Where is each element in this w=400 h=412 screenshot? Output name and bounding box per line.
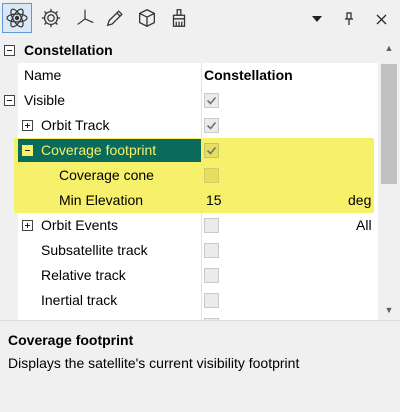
category-label: Constellation <box>24 42 113 58</box>
property-row-min-elevation[interactable]: Min Elevation 15 deg <box>0 188 378 213</box>
atom-icon[interactable] <box>2 3 32 33</box>
header-row: Name Constellation <box>0 63 378 88</box>
category-row[interactable]: Constellation <box>0 38 378 63</box>
coverage-cone-checkbox[interactable] <box>204 168 219 183</box>
property-label: Orbit Track <box>41 117 110 133</box>
description-title: Coverage footprint <box>8 332 134 348</box>
collapse-icon[interactable] <box>4 45 15 56</box>
pencil-icon[interactable] <box>100 3 130 33</box>
collapse-icon[interactable] <box>4 95 15 106</box>
expand-icon[interactable] <box>22 220 33 231</box>
min-elevation-value[interactable]: 15 <box>206 188 222 213</box>
expand-icon[interactable] <box>22 120 33 131</box>
dropdown-arrow-icon[interactable] <box>306 8 328 30</box>
cube-icon[interactable] <box>132 3 162 33</box>
property-label: Min Elevation <box>59 192 144 208</box>
axes-icon[interactable] <box>70 3 100 33</box>
scroll-down-icon[interactable]: ▼ <box>383 304 395 316</box>
orbit-events-value[interactable]: All <box>356 213 372 238</box>
column-separator <box>201 63 202 320</box>
subsatellite-track-checkbox[interactable] <box>204 243 219 258</box>
property-label: Subsatellite track <box>41 242 148 258</box>
property-row-subsatellite-track[interactable]: Subsatellite track <box>0 238 378 263</box>
paintbrush-icon[interactable] <box>164 3 194 33</box>
coverage-footprint-checkbox[interactable] <box>204 143 219 158</box>
scroll-up-icon[interactable]: ▲ <box>383 42 395 54</box>
property-row-inertial-track[interactable]: Inertial track <box>0 288 378 313</box>
property-label: Orbit Events <box>41 217 119 233</box>
property-label: Coverage cone <box>59 167 154 183</box>
inertial-track-checkbox[interactable] <box>204 293 219 308</box>
visible-checkbox[interactable] <box>204 93 219 108</box>
orbit-events-checkbox[interactable] <box>204 218 219 233</box>
gear-icon[interactable] <box>36 3 66 33</box>
name-column-header: Name <box>24 67 62 83</box>
property-row-coverage-footprint[interactable]: Coverage footprint <box>0 138 378 163</box>
property-row-coverage-cone[interactable]: Coverage cone <box>0 163 378 188</box>
pin-icon[interactable] <box>338 8 360 30</box>
toolbar <box>0 0 400 38</box>
property-row-orbit-events[interactable]: Orbit Events All <box>0 213 378 238</box>
orbit-track-checkbox[interactable] <box>204 118 219 133</box>
property-row-visible[interactable]: Visible <box>0 88 378 113</box>
property-row-orbit-track[interactable]: Orbit Track <box>0 113 378 138</box>
collapse-icon[interactable] <box>22 145 33 156</box>
property-label: Coverage footprint <box>41 142 157 158</box>
value-column-header: Constellation <box>204 67 293 83</box>
relative-track-checkbox[interactable] <box>204 268 219 283</box>
description-panel: Coverage footprint Displays the satellit… <box>0 320 400 412</box>
min-elevation-unit: deg <box>348 192 372 208</box>
vertical-scrollbar[interactable]: ▲ ▼ <box>378 38 400 320</box>
close-icon[interactable] <box>370 8 392 30</box>
property-label: Relative track <box>41 267 126 283</box>
property-grid: Constellation Name Constellation Visible… <box>0 38 400 320</box>
property-label: Inertial track <box>41 292 118 308</box>
property-row-relative-track[interactable]: Relative track <box>0 263 378 288</box>
property-row-partial <box>0 313 378 320</box>
scrollbar-thumb[interactable] <box>381 64 397 184</box>
property-label: Visible <box>24 92 65 108</box>
description-text: Displays the satellite's current visibil… <box>8 355 300 371</box>
